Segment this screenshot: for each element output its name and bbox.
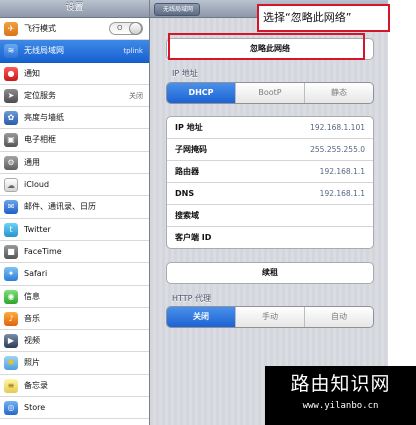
- ip-mode-segmented-control: DHCP BootP 静态: [166, 82, 374, 104]
- sidebar-item-mail[interactable]: ✉ 邮件、通讯录、日历: [0, 196, 149, 219]
- sidebar-item-label: 邮件、通讯录、日历: [24, 202, 96, 212]
- sidebar-item-notifications[interactable]: ● 通知: [0, 63, 149, 85]
- sidebar-item-facetime[interactable]: ■ FaceTime: [0, 241, 149, 264]
- http-proxy-section-label: HTTP 代理: [172, 294, 212, 303]
- location-icon: ➤: [4, 88, 18, 103]
- row-value: 192.168.1.101: [310, 123, 365, 132]
- sidebar-item-videos[interactable]: ▶ 视频: [0, 330, 149, 353]
- row-value: 255.255.255.0: [310, 145, 365, 154]
- row-key: 搜索域: [175, 211, 199, 220]
- mail-icon: ✉: [4, 200, 18, 215]
- watermark-url: www.yilanbo.cn: [302, 401, 379, 411]
- row-key: DNS: [175, 189, 195, 198]
- ip-row-ip-address[interactable]: IP 地址 192.168.1.101: [167, 117, 373, 138]
- compass-icon: ✦: [4, 267, 18, 282]
- ip-row-dns[interactable]: DNS 192.168.1.1: [167, 182, 373, 204]
- flower-icon: ✿: [4, 111, 18, 126]
- renew-lease-label: 续租: [262, 268, 278, 277]
- film-icon: ▶: [4, 334, 18, 349]
- sidebar-item-value: tplink: [123, 47, 143, 56]
- ip-mode-static[interactable]: 静态: [304, 83, 373, 103]
- site-watermark: 路由知识网 www.yilanbo.cn: [265, 366, 416, 425]
- sidebar-item-label: 飞行模式: [24, 24, 56, 33]
- cloud-icon: ☁: [4, 178, 18, 193]
- sidebar-item-label: 信息: [24, 291, 40, 301]
- sidebar-item-label: Twitter: [24, 224, 51, 234]
- sidebar-item-notes[interactable]: ≡ 备忘录: [0, 375, 149, 398]
- toggle-knob: [129, 22, 142, 35]
- ip-row-subnet-mask[interactable]: 子网掩码 255.255.255.0: [167, 138, 373, 160]
- sidebar-item-label: Store: [24, 403, 46, 413]
- sidebar-item-wifi[interactable]: ≋ 无线局域网 tplink: [0, 40, 149, 63]
- sidebar-title: 设置: [0, 0, 149, 18]
- row-key: 子网掩码: [175, 145, 207, 154]
- ip-details-table: IP 地址 192.168.1.101 子网掩码 255.255.255.0 路…: [166, 116, 374, 249]
- sidebar-item-label: 定位服务: [24, 90, 56, 100]
- wifi-icon: ≋: [4, 44, 18, 59]
- sidebar-item-label: 音乐: [24, 313, 40, 323]
- toggle-state-label: O: [117, 24, 123, 32]
- video-camera-icon: ■: [4, 244, 18, 259]
- airplane-mode-toggle[interactable]: O: [109, 22, 143, 35]
- settings-sidebar: 设置 ✈ 飞行模式 O ≋ 无线局域网 tplink ● 通知 ➤ 定位服务 关…: [0, 0, 150, 425]
- store-icon: ◎: [4, 401, 18, 416]
- sidebar-item-twitter[interactable]: t Twitter: [0, 219, 149, 241]
- sidebar-item-airplane-mode[interactable]: ✈ 飞行模式 O: [0, 18, 149, 41]
- sidebar-item-value: 关闭: [129, 91, 143, 100]
- sidebar-item-label: iCloud: [24, 180, 50, 190]
- notification-icon: ●: [4, 66, 18, 81]
- airplane-icon: ✈: [4, 22, 18, 36]
- back-button[interactable]: 无线局域网: [154, 3, 201, 16]
- sidebar-item-location[interactable]: ➤ 定位服务 关闭: [0, 85, 149, 108]
- message-icon: ◉: [4, 289, 18, 304]
- row-key: 路由器: [175, 167, 199, 176]
- sidebar-item-label: 亮度与墙纸: [24, 113, 64, 123]
- music-icon: ♪: [4, 311, 18, 326]
- renew-lease-button[interactable]: 续租: [166, 262, 374, 284]
- forget-network-highlight: [168, 33, 365, 60]
- gear-icon: ⚙: [4, 155, 18, 170]
- proxy-mode-auto[interactable]: 自动: [304, 307, 373, 327]
- twitter-icon: t: [4, 222, 18, 237]
- sidebar-item-photos[interactable]: ✺ 照片: [0, 352, 149, 375]
- row-value: 192.168.1.1: [319, 189, 365, 198]
- ip-row-router[interactable]: 路由器 192.168.1.1: [167, 160, 373, 182]
- sidebar-item-label: 通用: [24, 157, 40, 167]
- picture-frame-icon: ▣: [4, 133, 18, 148]
- ip-row-client-id[interactable]: 客户端 ID: [167, 226, 373, 248]
- wifi-detail-pane: 无线局域网 忽略此网络 IP 地址 DHCP BootP 静态 IP 地址 19…: [150, 0, 416, 425]
- sidebar-item-label: 照片: [24, 358, 40, 368]
- ip-mode-dhcp[interactable]: DHCP: [167, 83, 235, 103]
- sidebar-item-picture-frame[interactable]: ▣ 电子相框: [0, 129, 149, 152]
- watermark-title: 路由知识网: [290, 373, 391, 395]
- sidebar-item-label: 电子相框: [24, 135, 56, 145]
- proxy-mode-off[interactable]: 关闭: [167, 307, 235, 327]
- instruction-callout: 选择“忽略此网络”: [257, 4, 390, 32]
- sidebar-item-messages[interactable]: ◉ 信息: [0, 286, 149, 308]
- row-key: IP 地址: [175, 123, 203, 132]
- network-detail: 无线局域网 忽略此网络 IP 地址 DHCP BootP 静态 IP 地址 19…: [150, 0, 388, 425]
- notes-icon: ≡: [4, 378, 18, 393]
- sidebar-item-music[interactable]: ♪ 音乐: [0, 308, 149, 331]
- sidebar-item-label: 备忘录: [24, 380, 48, 390]
- row-value: 192.168.1.1: [319, 167, 365, 176]
- row-key: 客户端 ID: [175, 233, 212, 242]
- sidebar-item-label: 视频: [24, 336, 40, 346]
- ip-mode-bootp[interactable]: BootP: [235, 83, 304, 103]
- sidebar-item-brightness[interactable]: ✿ 亮度与墙纸: [0, 107, 149, 130]
- sidebar-item-label: 通知: [24, 68, 40, 78]
- ip-row-search-domain[interactable]: 搜索域: [167, 204, 373, 226]
- sidebar-item-safari[interactable]: ✦ Safari: [0, 263, 149, 286]
- sidebar-item-general[interactable]: ⚙ 通用: [0, 152, 149, 175]
- sidebar-item-label: FaceTime: [24, 246, 62, 256]
- proxy-mode-manual[interactable]: 手动: [235, 307, 304, 327]
- sunflower-icon: ✺: [4, 356, 18, 371]
- sidebar-item-icloud[interactable]: ☁ iCloud: [0, 174, 149, 197]
- sidebar-item-label: 无线局域网: [24, 46, 64, 56]
- sidebar-item-label: Safari: [24, 269, 48, 279]
- http-proxy-segmented-control: 关闭 手动 自动: [166, 306, 374, 328]
- sidebar-item-store[interactable]: ◎ Store: [0, 397, 149, 420]
- ip-section-label: IP 地址: [172, 69, 198, 78]
